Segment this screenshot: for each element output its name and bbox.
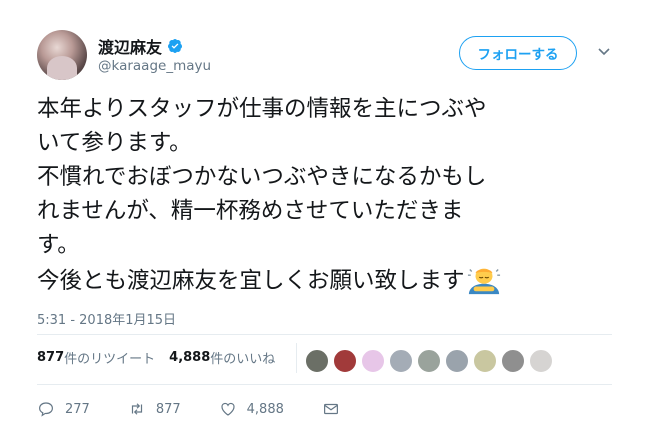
liker-avatar[interactable] bbox=[473, 349, 497, 373]
chevron-down-icon[interactable] bbox=[596, 43, 612, 59]
liker-avatar[interactable] bbox=[361, 349, 385, 373]
liker-avatar[interactable] bbox=[501, 349, 525, 373]
retweet-count: 877 bbox=[155, 401, 181, 417]
retweet-icon bbox=[131, 403, 142, 415]
liker-avatar[interactable] bbox=[417, 349, 441, 373]
liker-avatar[interactable] bbox=[529, 349, 553, 373]
heart-icon bbox=[221, 402, 235, 416]
retweet-stat-label: 件のリツイート bbox=[64, 352, 156, 367]
like-count: 4,888 bbox=[246, 401, 284, 417]
tweet-timestamp[interactable]: 5:31 - 2018年1月15日 bbox=[37, 309, 176, 328]
tweet-last-line: 今後とも渡辺麻友を宜しくお願い致します bbox=[37, 262, 627, 298]
author-name[interactable]: 渡辺麻友 bbox=[98, 34, 162, 58]
reply-action[interactable]: 277 bbox=[37, 400, 90, 418]
stats-divider bbox=[296, 343, 297, 373]
person-bowing-emoji-icon bbox=[467, 268, 500, 295]
tweet-line: 不慣れでおぼつかないつぶやきになるかもし bbox=[37, 164, 487, 190]
retweet-stat[interactable]: 877 件のリツイート bbox=[37, 348, 155, 367]
direct-message-action[interactable] bbox=[322, 400, 350, 418]
liker-avatar[interactable] bbox=[389, 349, 413, 373]
follow-button[interactable]: フォローする bbox=[459, 36, 577, 70]
liker-avatar[interactable] bbox=[305, 349, 329, 373]
verified-badge-icon bbox=[168, 39, 183, 54]
like-stat-count: 4,888 bbox=[169, 350, 211, 365]
engagement-stats: 877 件のリツイート 4,888 件のいいね bbox=[37, 348, 275, 367]
liker-avatar[interactable] bbox=[333, 349, 357, 373]
author-handle[interactable]: @karaage_mayu bbox=[98, 58, 211, 74]
retweet-stat-count: 877 bbox=[37, 350, 65, 365]
tweet-line: 本年よりスタッフが仕事の情報を主につぶや bbox=[37, 96, 487, 122]
envelope-icon bbox=[323, 403, 338, 415]
like-stat-label: 件のいいね bbox=[210, 352, 276, 367]
tweet-line: いて参ります。 bbox=[37, 130, 192, 156]
tweet-line: す。 bbox=[37, 232, 80, 258]
reply-count: 277 bbox=[65, 401, 90, 417]
author-name-row[interactable]: 渡辺麻友 bbox=[98, 34, 183, 58]
author-avatar[interactable] bbox=[37, 30, 87, 80]
tweet-text: 本年よりスタッフが仕事の情報を主につぶや いて参ります。 不慣れでおぼつかないつ… bbox=[37, 92, 627, 298]
tweet-line: れませんが、精一杯務めさせていただきま bbox=[37, 198, 464, 224]
liker-avatars bbox=[305, 349, 557, 373]
divider bbox=[37, 334, 612, 335]
reply-icon bbox=[39, 402, 53, 417]
liker-avatar[interactable] bbox=[445, 349, 469, 373]
divider bbox=[37, 384, 612, 385]
like-stat[interactable]: 4,888 件のいいね bbox=[169, 348, 275, 367]
tweet-line: 今後とも渡辺麻友を宜しくお願い致します bbox=[37, 268, 465, 294]
retweet-action[interactable]: 877 bbox=[128, 400, 181, 418]
like-action[interactable]: 4,888 bbox=[219, 400, 284, 418]
tweet-actions: 277 877 4,888 bbox=[37, 400, 388, 418]
